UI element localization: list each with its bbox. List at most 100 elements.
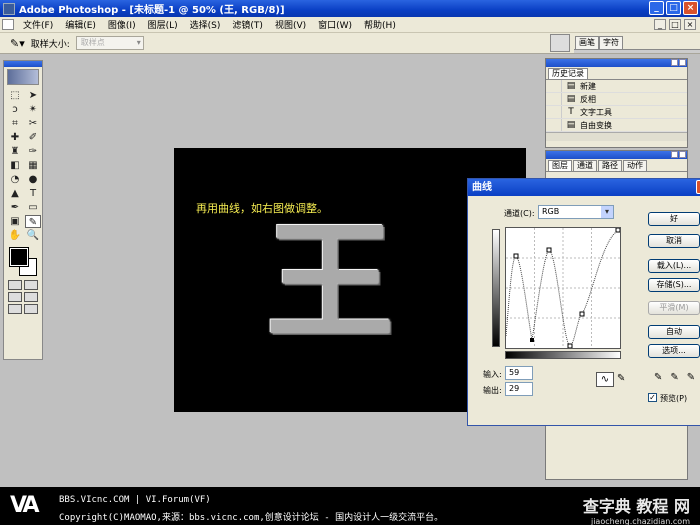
pen-tool-icon[interactable]: ✒ <box>7 201 23 214</box>
smooth-button[interactable]: 平滑(M) <box>648 301 700 315</box>
curve-graph[interactable] <box>505 227 621 349</box>
slice-tool-icon[interactable]: ✂ <box>25 117 41 130</box>
marquee-tool-icon[interactable]: ⬚ <box>7 89 23 102</box>
footer-copyright: Copyright(C)MAOMAO,来源：bbs.vicnc.com,创意设计… <box>59 513 444 523</box>
foreground-color-swatch[interactable] <box>9 247 29 267</box>
dialog-close-icon[interactable] <box>696 180 700 194</box>
maximize-button[interactable]: □ <box>666 1 681 15</box>
curves-dialog-title[interactable]: 曲线 <box>468 179 700 196</box>
menu-view[interactable]: 视图(V) <box>269 18 312 31</box>
panel-close-icon[interactable] <box>679 151 686 158</box>
type-tool-icon[interactable]: T <box>25 187 41 200</box>
sample-size-dropdown[interactable]: 取样点 <box>75 36 144 50</box>
chevron-down-icon[interactable]: ▾ <box>601 206 613 218</box>
menu-select[interactable]: 选择(S) <box>184 18 227 31</box>
clone-stamp-tool-icon[interactable]: ♜ <box>7 145 23 158</box>
zoom-tool-icon[interactable]: 🔍 <box>25 229 41 242</box>
watermark-url: jiaocheng.chazidian.com <box>590 517 690 525</box>
path-selection-tool-icon[interactable]: ▲ <box>7 187 23 200</box>
doc-close-button[interactable]: × <box>684 19 696 30</box>
hand-tool-icon[interactable]: ✋ <box>7 229 23 242</box>
screen-mode-standard-icon[interactable] <box>8 292 22 302</box>
eraser-tool-icon[interactable]: ◧ <box>7 159 23 172</box>
tab-layers[interactable]: 图层 <box>548 160 572 171</box>
history-state-checkbox[interactable] <box>546 80 562 92</box>
palette-well-icon[interactable] <box>550 34 570 52</box>
tab-actions[interactable]: 动作 <box>623 160 647 171</box>
doc-minimize-button[interactable]: _ <box>654 19 666 30</box>
window-title-bar[interactable]: Adobe Photoshop - [未标题-1 @ 50% (王, RGB/8… <box>0 0 700 17</box>
blur-tool-icon[interactable]: ◔ <box>7 173 23 186</box>
history-item[interactable]: ▤ 自由变换 <box>546 119 687 132</box>
menu-bar: 文件(F) 编辑(E) 图像(I) 图层(L) 选择(S) 滤镜(T) 视图(V… <box>0 17 700 33</box>
chrome-glyph: 王 <box>266 207 395 357</box>
load-button[interactable]: 载入(L)... <box>648 259 700 273</box>
panel-minimize-icon[interactable] <box>671 151 678 158</box>
history-state-checkbox[interactable] <box>546 93 562 105</box>
magic-wand-tool-icon[interactable]: ✴ <box>25 103 41 116</box>
history-brush-tool-icon[interactable]: ✑ <box>25 145 41 158</box>
dodge-tool-icon[interactable]: ● <box>25 173 41 186</box>
channel-select[interactable]: RGB ▾ <box>538 205 614 219</box>
minimize-button[interactable]: _ <box>649 1 664 15</box>
history-item[interactable]: ▤ 新建 <box>546 80 687 93</box>
jump-to-imageready-icon[interactable] <box>8 304 22 314</box>
menu-help[interactable]: 帮助(H) <box>358 18 402 31</box>
healing-brush-tool-icon[interactable]: ✚ <box>7 131 23 144</box>
history-panel-header[interactable] <box>546 59 687 67</box>
cancel-button[interactable]: 取消 <box>648 234 700 248</box>
move-tool-icon[interactable]: ➤ <box>25 89 41 102</box>
tab-brushes[interactable]: 画笔 <box>575 36 599 49</box>
history-item[interactable]: T 文字工具 <box>546 106 687 119</box>
ok-button[interactable]: 好 <box>648 212 700 226</box>
history-state-checkbox[interactable] <box>546 106 562 118</box>
quick-mask-mode-icon[interactable] <box>24 280 38 290</box>
doc-restore-button[interactable]: □ <box>669 19 681 30</box>
preview-checkbox[interactable]: ✓ <box>648 393 657 402</box>
save-button[interactable]: 存储(S)... <box>648 278 700 292</box>
brush-tool-icon[interactable]: ✐ <box>25 131 41 144</box>
tab-character[interactable]: 字符 <box>599 36 623 49</box>
input-field[interactable]: 59 <box>505 366 533 380</box>
site-footer: VA BBS.VIcnc.COM | VI.Forum(VF) Copyrigh… <box>0 487 700 525</box>
notes-tool-icon[interactable]: ▣ <box>7 215 23 228</box>
footer-line-1: BBS.VIcnc.COM | VI.Forum(VF) <box>59 495 211 505</box>
black-eyedropper-icon[interactable]: ✎ <box>654 372 662 383</box>
output-field[interactable]: 29 <box>505 382 533 396</box>
layers-panel-header[interactable] <box>546 151 687 159</box>
menu-filter[interactable]: 滤镜(T) <box>226 18 269 31</box>
menu-layer[interactable]: 图层(L) <box>142 18 184 31</box>
menu-edit[interactable]: 编辑(E) <box>59 18 102 31</box>
menu-image[interactable]: 图像(I) <box>102 18 142 31</box>
input-gradient-bar[interactable] <box>505 351 621 359</box>
pencil-mode-icon[interactable]: ✎ <box>617 373 625 384</box>
gray-eyedropper-icon[interactable]: ✎ <box>670 372 678 383</box>
auto-button[interactable]: 自动 <box>648 325 700 339</box>
history-item[interactable]: ▤ 反相 <box>546 93 687 106</box>
feather-logo-icon[interactable] <box>7 69 39 85</box>
curve-point-mode-icon[interactable]: ∿ <box>596 372 614 387</box>
toolbox-header[interactable] <box>4 61 42 67</box>
shape-tool-icon[interactable]: ▭ <box>25 201 41 214</box>
panel-close-icon[interactable] <box>679 59 686 66</box>
eyedropper-tool-icon[interactable]: ✎ <box>25 215 41 228</box>
standard-mode-icon[interactable] <box>8 280 22 290</box>
tab-history[interactable]: 历史记录 <box>548 68 588 79</box>
lasso-tool-icon[interactable]: ↄ <box>7 103 23 116</box>
history-state-checkbox[interactable] <box>546 119 562 131</box>
menu-window[interactable]: 窗口(W) <box>312 18 358 31</box>
channel-value: RGB <box>542 207 560 216</box>
gradient-tool-icon[interactable]: ▦ <box>25 159 41 172</box>
tab-channels[interactable]: 通道 <box>573 160 597 171</box>
options-button[interactable]: 选项... <box>648 344 700 358</box>
panel-minimize-icon[interactable] <box>671 59 678 66</box>
white-eyedropper-icon[interactable]: ✎ <box>687 372 695 383</box>
screen-mode-full-icon[interactable] <box>24 292 38 302</box>
document-icon[interactable] <box>2 19 14 30</box>
eyedropper-tool-icon[interactable]: ✎▾ <box>10 37 25 50</box>
jump-to-app-icon[interactable] <box>24 304 38 314</box>
close-button[interactable]: × <box>683 1 698 15</box>
menu-file[interactable]: 文件(F) <box>17 18 59 31</box>
crop-tool-icon[interactable]: ⌗ <box>7 117 23 130</box>
tab-paths[interactable]: 路径 <box>598 160 622 171</box>
